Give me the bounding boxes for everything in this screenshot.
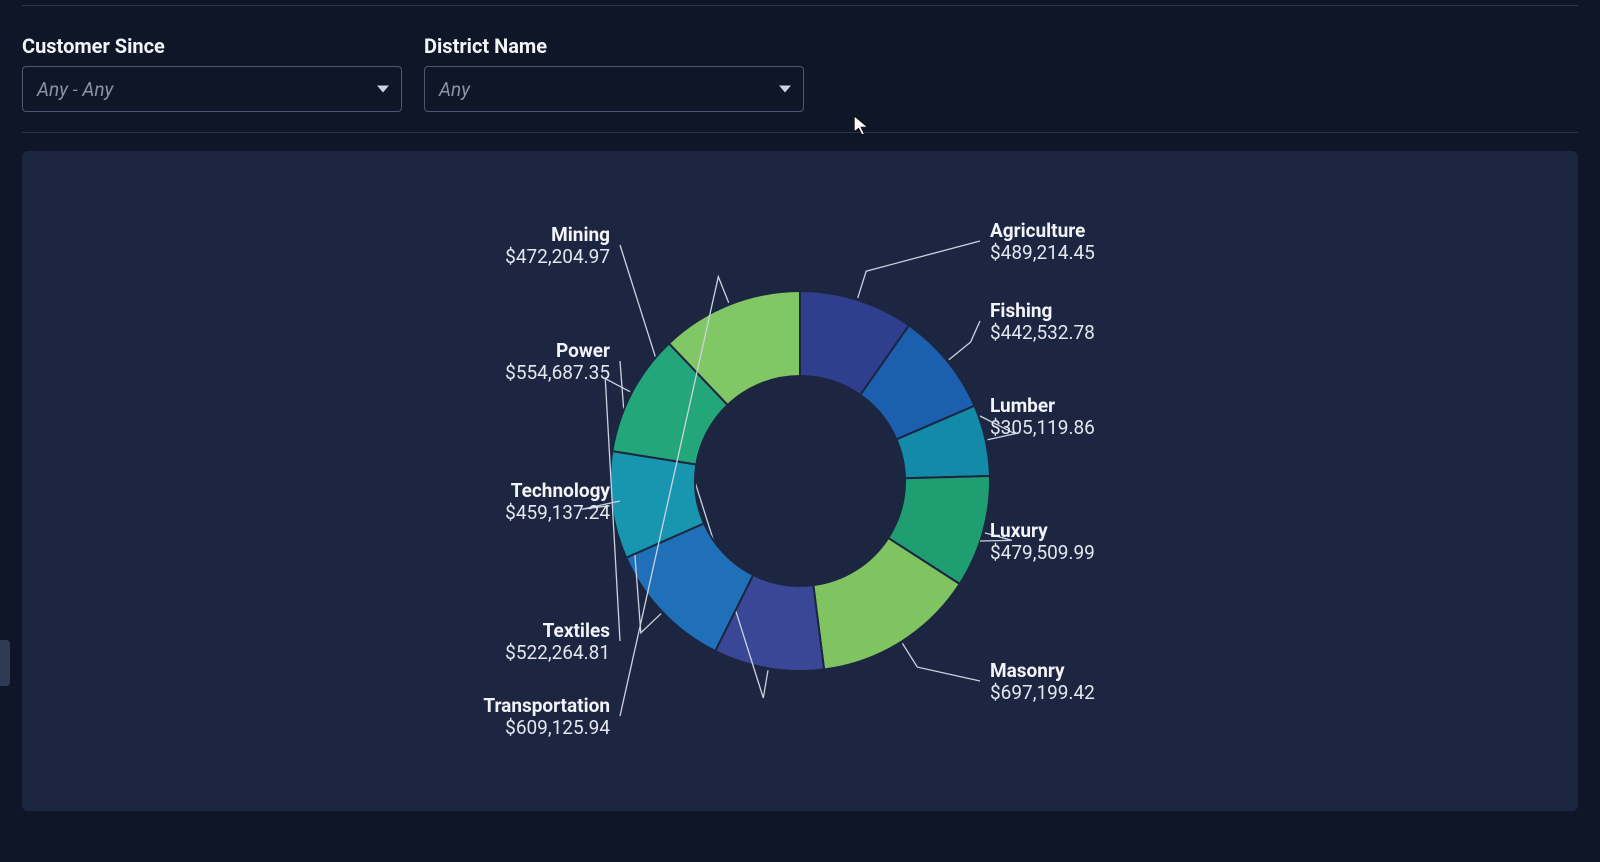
slice-label-value: $609,125.94	[505, 716, 610, 739]
leader-line	[902, 643, 980, 681]
chevron-down-icon	[377, 86, 389, 93]
leader-line	[858, 241, 980, 298]
slice-label-value: $472,204.97	[505, 245, 610, 268]
slice-label-name: Luxury	[990, 519, 1048, 542]
slice-label-power: Power$554,687.35	[505, 339, 610, 384]
slice-label-value: $479,509.99	[990, 541, 1095, 564]
slice-label-luxury: Luxury$479,509.99	[990, 519, 1095, 564]
donut-chart: Agriculture$489,214.45 Fishing$442,532.78…	[350, 181, 1250, 781]
slice-label-value: $489,214.45	[990, 241, 1095, 264]
slice-label-textiles: Textiles$522,264.81	[505, 619, 610, 664]
slice-label-value: $554,687.35	[505, 361, 610, 384]
slice-label-value: $459,137.24	[505, 501, 610, 524]
top-divider	[22, 0, 1578, 6]
filter-customer-since: Customer Since Any - Any	[22, 34, 402, 112]
filter-bar: Customer Since Any - Any District Name A…	[22, 34, 1578, 133]
leader-line	[949, 321, 980, 360]
customer-since-value: Any - Any	[37, 78, 113, 101]
slice-label-masonry: Masonry$697,199.42	[990, 659, 1095, 704]
slice-label-name: Masonry	[990, 659, 1065, 682]
slice-label-technology: Technology$459,137.24	[505, 479, 610, 524]
slice-label-name: Textiles	[543, 619, 611, 642]
slice-label-value: $305,119.86	[990, 416, 1095, 439]
slice-label-name: Fishing	[990, 299, 1052, 322]
slice-label-name: Technology	[511, 479, 611, 502]
slice-label-value: $442,532.78	[990, 321, 1095, 344]
filter-district-name: District Name Any	[424, 34, 804, 112]
district-name-value: Any	[439, 78, 470, 101]
slice-label-mining: Mining$472,204.97	[505, 223, 610, 268]
customer-since-select[interactable]: Any - Any	[22, 66, 402, 112]
chevron-down-icon	[779, 86, 791, 93]
slice-label-agriculture: Agriculture$489,214.45	[990, 219, 1095, 264]
slice-label-transportation: Transportation$609,125.94	[483, 694, 610, 739]
slice-label-fishing: Fishing$442,532.78	[990, 299, 1095, 344]
slice-label-name: Agriculture	[990, 219, 1085, 242]
slice-label-name: Power	[556, 339, 610, 362]
side-drawer-handle[interactable]	[0, 640, 10, 686]
slice-label-name: Transportation	[483, 694, 610, 717]
filter-label-customer-since: Customer Since	[22, 34, 402, 58]
slice-label-name: Mining	[551, 223, 610, 246]
slice-label-value: $697,199.42	[990, 681, 1095, 704]
district-name-select[interactable]: Any	[424, 66, 804, 112]
chart-card: Agriculture$489,214.45 Fishing$442,532.78…	[22, 151, 1578, 811]
filter-label-district-name: District Name	[424, 34, 804, 58]
slice-label-name: Lumber	[990, 394, 1055, 417]
slice-label-lumber: Lumber$305,119.86	[990, 394, 1095, 439]
slice-label-value: $522,264.81	[505, 641, 610, 664]
